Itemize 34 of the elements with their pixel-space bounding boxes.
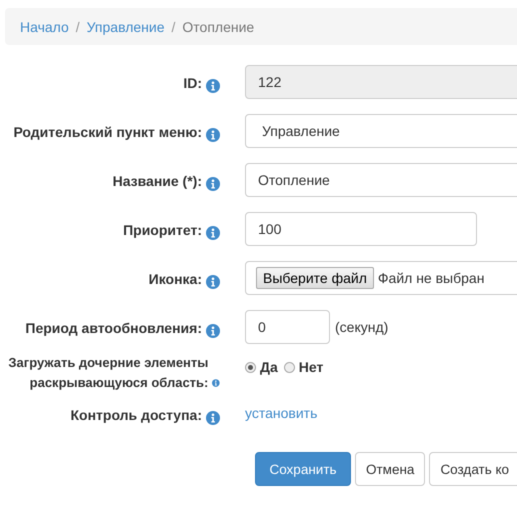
field-label: Иконка: xyxy=(148,270,202,289)
form-button[interactable]: Отмена xyxy=(355,452,426,486)
info-icon[interactable] xyxy=(206,79,220,93)
file-status: Файл не выбран xyxy=(378,270,484,286)
radio-option[interactable]: Нет xyxy=(284,359,324,375)
radio-option[interactable]: Да xyxy=(245,359,278,375)
text-field[interactable]: 100 xyxy=(245,212,477,246)
breadcrumb-current: Отопление xyxy=(182,18,254,34)
file-field[interactable]: Выберите файл Файл не выбран xyxy=(245,261,517,295)
field-label: Название (*): xyxy=(112,172,202,191)
breadcrumb-separator: / xyxy=(76,18,80,34)
text-field: 122 xyxy=(245,65,517,99)
unit-label: (секунд) xyxy=(335,319,388,335)
info-icon[interactable] xyxy=(206,177,220,191)
save-button[interactable]: Сохранить xyxy=(255,452,351,486)
field-label: Контроль доступа: xyxy=(70,406,202,425)
number-field[interactable]: 0 xyxy=(245,310,330,344)
choose-file-button[interactable]: Выберите файл xyxy=(256,267,374,289)
field-label: ID: xyxy=(183,74,202,93)
info-icon[interactable] xyxy=(206,411,220,425)
field-label: Приоритет: xyxy=(123,221,202,240)
field-label: Период автообновления: xyxy=(25,319,202,338)
text-field[interactable]: Отопление xyxy=(245,163,517,197)
info-icon[interactable] xyxy=(206,128,220,142)
form-button[interactable]: Создать ко xyxy=(429,452,517,486)
set-access-link[interactable]: установить xyxy=(245,405,318,421)
breadcrumb-separator: / xyxy=(172,18,176,34)
select-field[interactable]: Управление xyxy=(245,114,517,148)
info-icon[interactable] xyxy=(212,376,220,390)
field-label: Родительский пункт меню: xyxy=(13,123,202,142)
info-icon[interactable] xyxy=(206,226,220,240)
field-label: Загружать дочерние элементы раскрывающуюся область: xyxy=(7,354,208,392)
info-icon[interactable] xyxy=(206,324,220,338)
info-icon[interactable] xyxy=(206,275,220,289)
